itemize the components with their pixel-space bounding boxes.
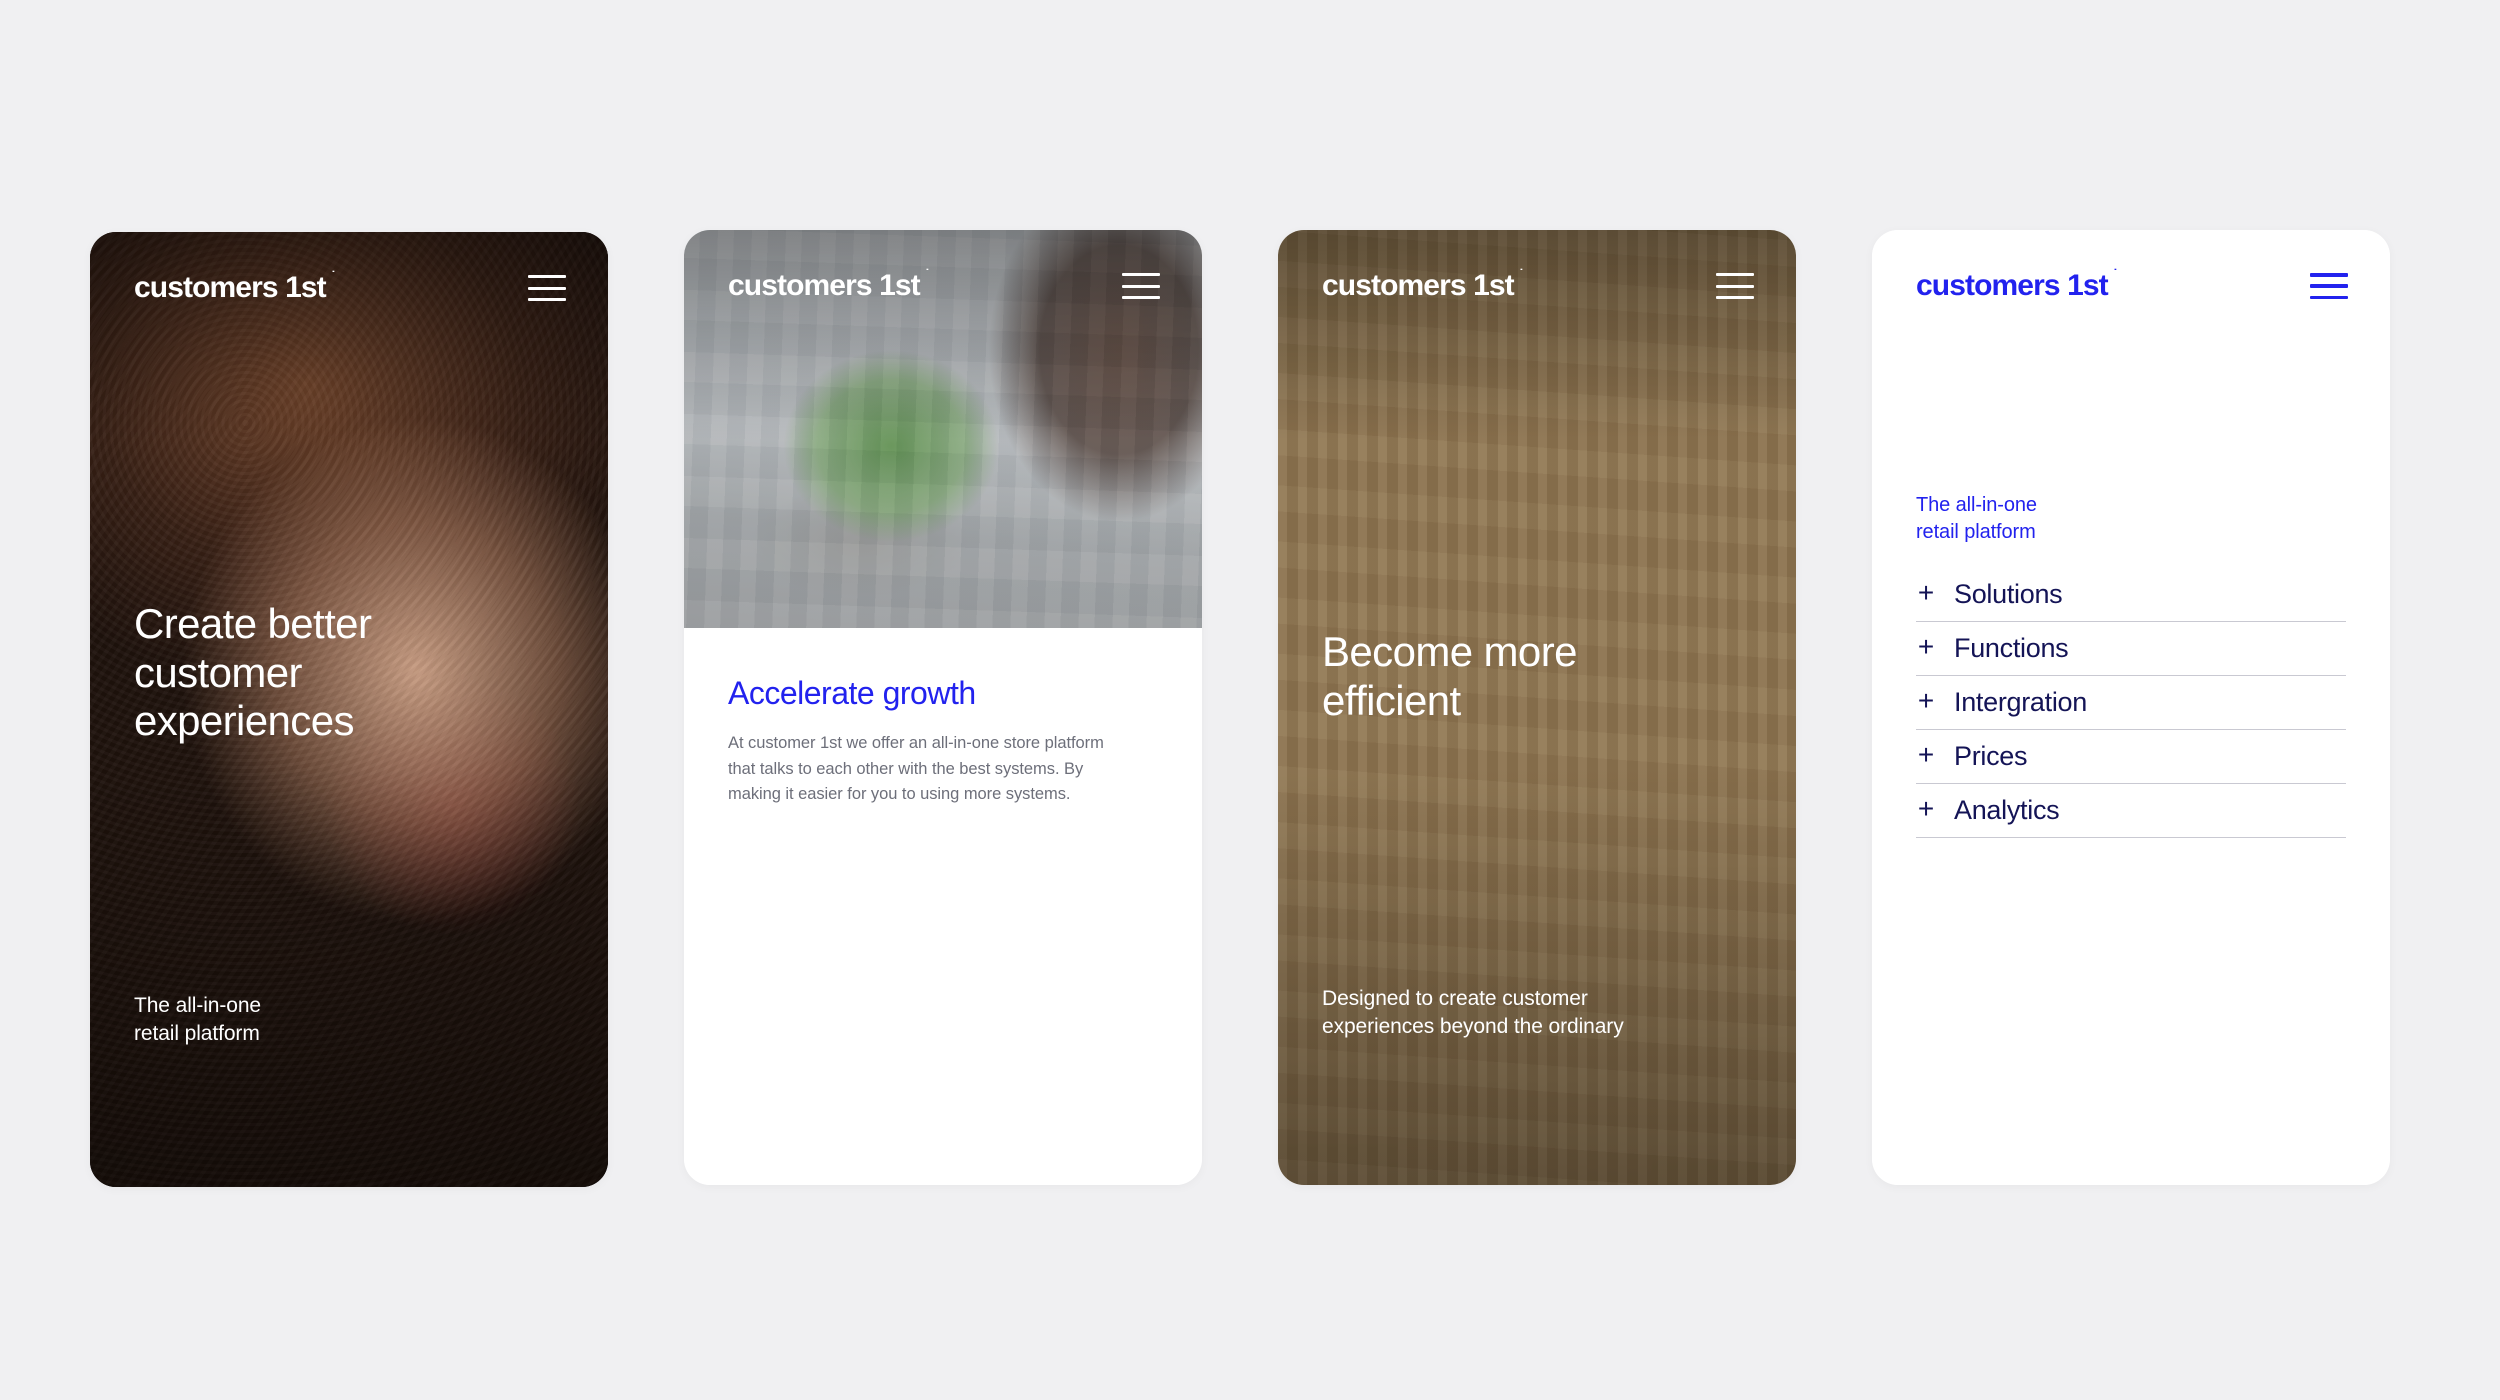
hamburger-bar [1122, 296, 1160, 299]
brand-logo-mark: ˙ [1519, 266, 1523, 281]
brand-logo[interactable]: customers 1st ˙ [134, 269, 336, 305]
hamburger-bar [1122, 284, 1160, 288]
menu-item-analytics[interactable]: + Analytics [1916, 784, 2346, 838]
menu-item-solutions[interactable]: + Solutions [1916, 568, 2346, 622]
brand-logo-mark: ˙ [331, 268, 335, 283]
brand-logo-text: customers 1st [134, 271, 327, 304]
nav-menu-list: + Solutions + Functions + Intergration +… [1916, 568, 2346, 838]
hero-subtitle: The all-in-one retail platform [134, 994, 261, 1045]
card-header: customers 1st ˙ [684, 230, 1202, 342]
efficiency-card: customers 1st ˙ Become more efficient Des… [1278, 230, 1796, 1185]
hero-title: Create better customer experiences [134, 600, 372, 745]
menu-item-label: Prices [1954, 741, 2028, 771]
menu-subtitle: The all-in-one retail platform [1916, 494, 2037, 543]
hamburger-bar [1122, 273, 1160, 276]
hamburger-bar [528, 286, 566, 290]
hamburger-icon[interactable] [1716, 273, 1754, 299]
hamburger-bar [528, 298, 566, 301]
plus-icon: + [1917, 685, 1935, 716]
hamburger-bar [1716, 273, 1754, 276]
hamburger-bar [528, 275, 566, 278]
brand-logo-mark: ˙ [2113, 266, 2117, 281]
menu-panel: customers 1st ˙ The all-in-one retail pla… [1872, 230, 2390, 1185]
menu-item-label: Analytics [1954, 795, 2060, 825]
plus-icon: + [1917, 739, 1935, 770]
hamburger-bar [2310, 295, 2348, 299]
brand-logo-mark: ˙ [925, 266, 929, 281]
hamburger-bar [2310, 284, 2348, 288]
panel-body: At customer 1st we offer an all-in-one s… [728, 734, 1104, 804]
brand-logo[interactable]: customers 1st ˙ [1916, 267, 2118, 303]
hero-subtitle: Designed to create customer experiences … [1322, 987, 1624, 1038]
hamburger-icon[interactable] [2310, 273, 2348, 299]
hero-title: Become more efficient [1322, 628, 1577, 724]
brand-logo-text: customers 1st [1916, 269, 2109, 302]
menu-item-intergration[interactable]: + Intergration [1916, 676, 2346, 730]
hamburger-bar [1716, 296, 1754, 299]
hamburger-bar [2310, 273, 2348, 277]
card-header: customers 1st ˙ [1872, 230, 2390, 342]
plus-icon: + [1917, 793, 1935, 824]
menu-card: customers 1st ˙ The all-in-one retail pla… [1872, 230, 2390, 1185]
menu-item-functions[interactable]: + Functions [1916, 622, 2346, 676]
menu-item-label: Functions [1954, 633, 2069, 663]
menu-item-label: Intergration [1954, 687, 2087, 717]
brand-logo[interactable]: customers 1st ˙ [1322, 267, 1524, 303]
menu-item-prices[interactable]: + Prices [1916, 730, 2346, 784]
menu-item-label: Solutions [1954, 579, 2063, 609]
brand-logo-text: customers 1st [1322, 269, 1515, 302]
accelerate-growth-card: customers 1st ˙ Accelerate growth At cust… [684, 230, 1202, 1185]
panel-title: Accelerate growth [728, 675, 976, 711]
brand-logo-text: customers 1st [728, 269, 921, 302]
hamburger-bar [1716, 284, 1754, 288]
brand-logo[interactable]: customers 1st ˙ [728, 267, 930, 303]
hero-card: customers 1st ˙ Create better customer ex… [90, 232, 608, 1187]
card-header: customers 1st ˙ [90, 232, 608, 344]
plus-icon: + [1917, 631, 1935, 662]
screens-board: customers 1st ˙ Create better customer ex… [0, 0, 2500, 1400]
plus-icon: + [1917, 577, 1935, 608]
hamburger-icon[interactable] [528, 275, 566, 301]
content-panel: Accelerate growth At customer 1st we off… [684, 628, 1202, 1185]
hamburger-icon[interactable] [1122, 273, 1160, 299]
card-header: customers 1st ˙ [1278, 230, 1796, 342]
